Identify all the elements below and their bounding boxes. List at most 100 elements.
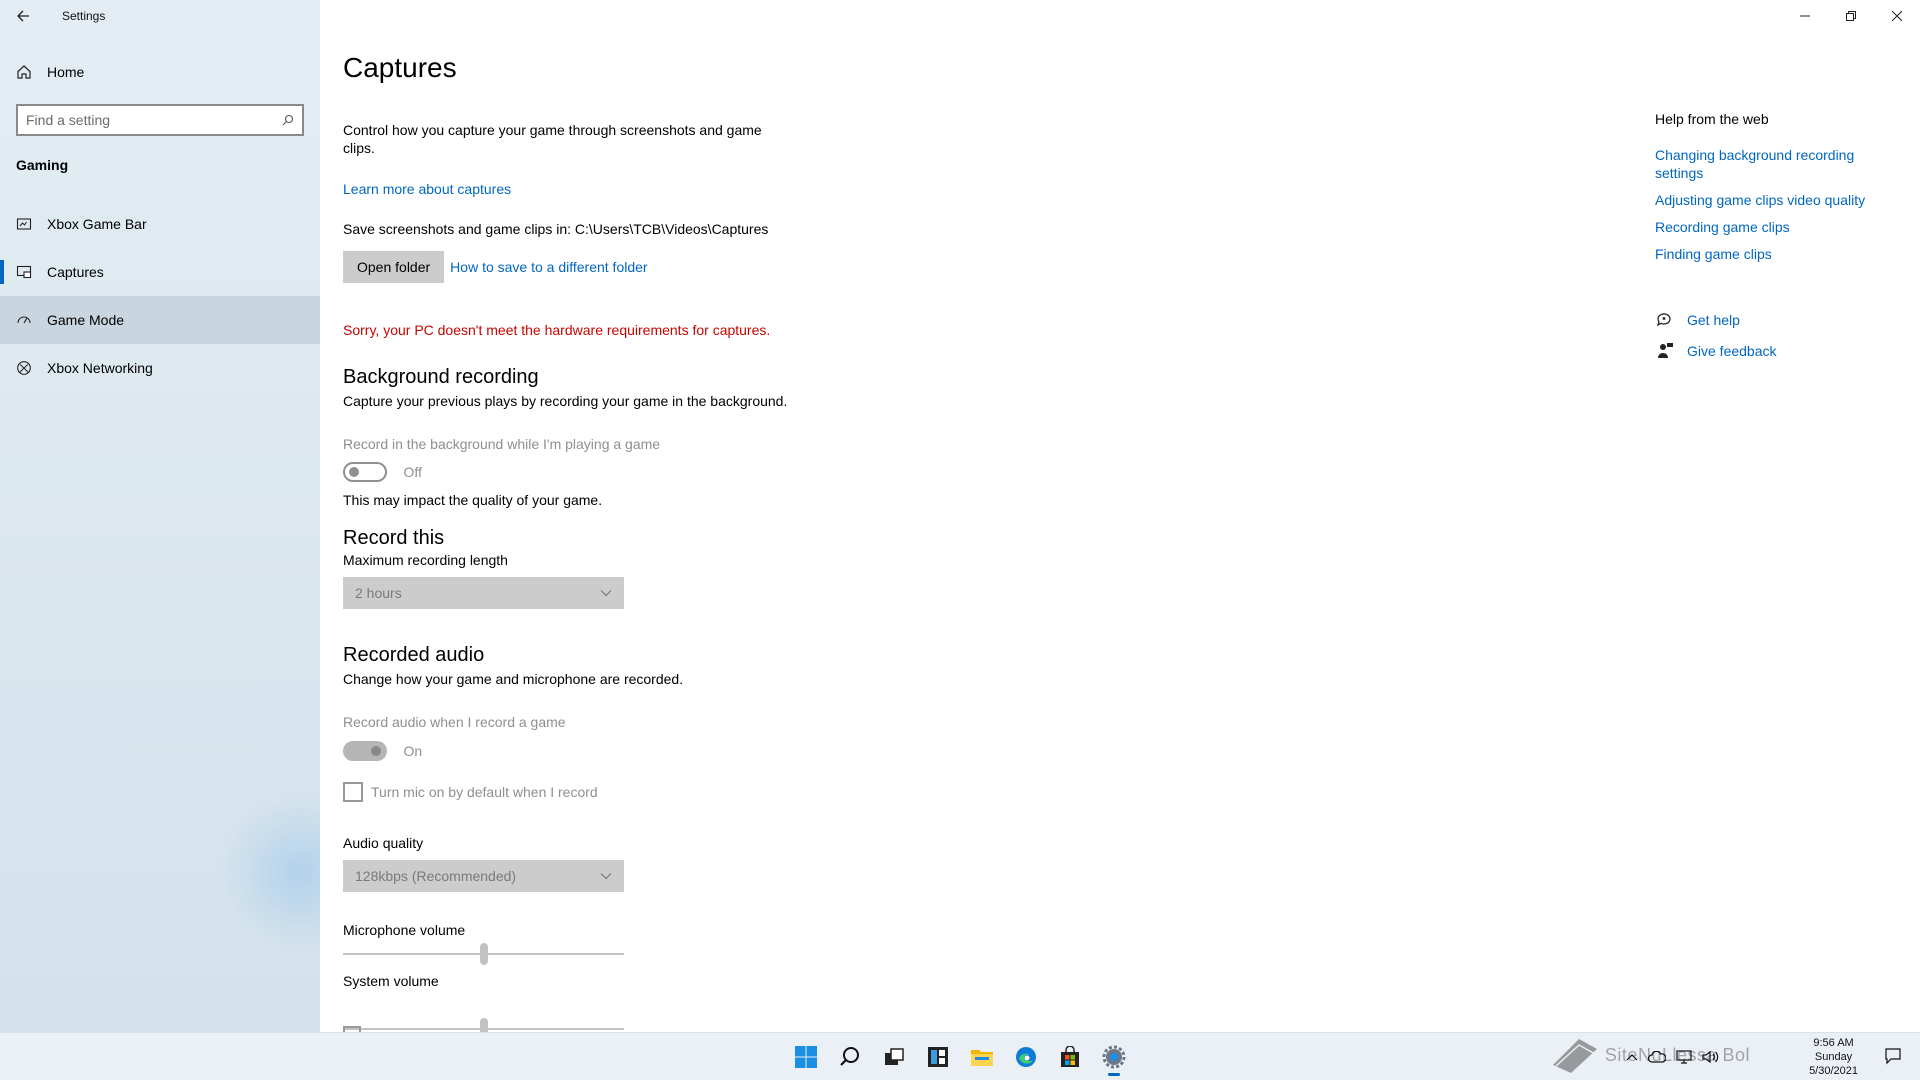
main-content: Captures Control how you capture your ga… xyxy=(320,0,1920,1040)
help-link-background-recording[interactable]: Changing background recording settings xyxy=(1655,146,1905,182)
minimize-icon xyxy=(1800,15,1810,17)
taskbar: SiteNuLlessa Bol 9:56 AM Sunday 5/30/202… xyxy=(0,1032,1920,1080)
back-button[interactable] xyxy=(0,0,46,32)
record-audio-toggle-label: Record audio when I record a game xyxy=(343,714,566,730)
learn-more-link[interactable]: Learn more about captures xyxy=(343,181,511,197)
search-box[interactable] xyxy=(16,104,304,136)
help-links: Changing background recording settings A… xyxy=(1655,146,1905,272)
home-icon xyxy=(16,64,32,80)
sidebar-item-label: Captures xyxy=(47,264,104,280)
background-recording-toggle[interactable] xyxy=(343,462,387,482)
widgets-button[interactable] xyxy=(918,1037,958,1077)
file-explorer-button[interactable] xyxy=(962,1037,1002,1077)
chevron-down-icon xyxy=(600,590,612,597)
minimize-button[interactable] xyxy=(1782,0,1828,32)
audio-quality-value: 128kbps (Recommended) xyxy=(355,868,517,884)
microphone-volume-label: Microphone volume xyxy=(343,922,466,938)
chevron-up-icon[interactable] xyxy=(1626,1053,1638,1061)
search-icon xyxy=(282,114,294,126)
open-folder-button[interactable]: Open folder xyxy=(343,251,445,283)
sidebar-item-xbox-game-bar[interactable]: Xbox Game Bar xyxy=(0,200,320,248)
task-view-button[interactable] xyxy=(874,1037,914,1077)
background-recording-description: Capture your previous plays by recording… xyxy=(343,393,788,409)
help-title: Help from the web xyxy=(1655,111,1769,127)
toggle-knob xyxy=(349,467,359,477)
page-description: Control how you capture your game throug… xyxy=(343,122,762,156)
back-arrow-icon xyxy=(17,10,29,22)
restore-icon xyxy=(1846,11,1856,21)
mic-checkbox-row: Turn mic on by default when I record xyxy=(343,782,598,802)
record-audio-toggle-row: On xyxy=(343,741,422,761)
audio-quality-select[interactable]: 128kbps (Recommended) xyxy=(343,860,624,892)
sidebar-item-label: Game Mode xyxy=(47,312,125,328)
help-link-video-quality[interactable]: Adjusting game clips video quality xyxy=(1655,191,1905,209)
restore-button[interactable] xyxy=(1828,0,1874,32)
game-bar-icon xyxy=(16,216,32,232)
sidebar-glow xyxy=(220,792,320,952)
sidebar-item-label: Xbox Game Bar xyxy=(47,216,147,232)
network-icon[interactable] xyxy=(1676,1050,1692,1064)
get-help-icon xyxy=(1655,310,1675,330)
onedrive-icon[interactable] xyxy=(1648,1051,1666,1063)
slider-thumb[interactable] xyxy=(479,943,488,965)
taskbar-clock[interactable]: 9:56 AM Sunday 5/30/2021 xyxy=(1809,1033,1858,1080)
captures-icon xyxy=(16,264,32,280)
record-audio-toggle[interactable] xyxy=(343,741,387,761)
close-button[interactable] xyxy=(1874,0,1920,32)
microphone-volume-slider[interactable] xyxy=(343,942,624,966)
sidebar-item-captures[interactable]: Captures xyxy=(0,248,320,296)
clock-date: 5/30/2021 xyxy=(1809,1065,1858,1077)
recorded-audio-description: Change how your game and microphone are … xyxy=(343,671,684,687)
record-audio-toggle-state: On xyxy=(403,743,423,759)
background-recording-toggle-state: Off xyxy=(403,464,422,480)
nav-home[interactable]: Home xyxy=(0,56,320,88)
edge-button[interactable] xyxy=(1006,1037,1046,1077)
sidebar-item-game-mode[interactable]: Game Mode xyxy=(0,296,320,344)
help-link-finding-clips[interactable]: Finding game clips xyxy=(1655,245,1905,263)
file-explorer-icon xyxy=(971,1050,993,1066)
record-this-heading: Record this xyxy=(343,527,445,549)
page-title: Captures xyxy=(343,52,457,83)
notification-button[interactable] xyxy=(1884,1047,1902,1070)
nav-list: Xbox Game Bar Captures Game Mode Xbox Ne… xyxy=(0,200,320,392)
clock-time: 9:56 AM xyxy=(1813,1037,1854,1049)
background-recording-toggle-row: Off xyxy=(343,462,422,482)
game-mode-icon xyxy=(16,312,32,328)
taskbar-search-button[interactable] xyxy=(830,1037,870,1077)
store-button[interactable] xyxy=(1050,1037,1090,1077)
background-recording-toggle-label: Record in the background while I'm playi… xyxy=(343,436,661,452)
settings-taskbar-button[interactable] xyxy=(1094,1037,1134,1077)
background-recording-heading: Background recording xyxy=(343,366,539,388)
help-link-recording-clips[interactable]: Recording game clips xyxy=(1655,218,1905,236)
store-icon xyxy=(1061,1046,1079,1067)
start-icon xyxy=(795,1046,817,1068)
system-volume-label: System volume xyxy=(343,973,439,989)
different-folder-link[interactable]: How to save to a different folder xyxy=(450,259,647,275)
get-help-link[interactable]: Get help xyxy=(1687,312,1740,328)
settings-icon xyxy=(1102,1045,1126,1069)
section-title: Gaming xyxy=(16,157,69,173)
folder-row: Open folder How to save to a different f… xyxy=(343,251,648,283)
volume-icon[interactable] xyxy=(1702,1050,1720,1064)
get-help-row: Get help xyxy=(1655,310,1740,330)
mic-default-checkbox[interactable] xyxy=(343,782,363,802)
sidebar-item-label: Xbox Networking xyxy=(47,360,153,376)
app-title: Settings xyxy=(62,9,106,23)
xbox-icon xyxy=(16,360,32,376)
hardware-error-text: Sorry, your PC doesn't meet the hardware… xyxy=(343,322,771,338)
search-icon xyxy=(840,1047,859,1066)
background-recording-note: This may impact the quality of your game… xyxy=(343,492,603,508)
widgets-icon xyxy=(928,1047,948,1067)
start-button[interactable] xyxy=(786,1037,826,1077)
max-recording-length-select[interactable]: 2 hours xyxy=(343,577,624,609)
max-recording-length-label: Maximum recording length xyxy=(343,552,508,568)
mic-default-label: Turn mic on by default when I record xyxy=(371,784,598,800)
chevron-down-icon xyxy=(600,873,612,880)
sidebar-item-xbox-networking[interactable]: Xbox Networking xyxy=(0,344,320,392)
book-icon xyxy=(1552,1039,1597,1073)
give-feedback-link[interactable]: Give feedback xyxy=(1687,343,1777,359)
give-feedback-row: Give feedback xyxy=(1655,341,1777,361)
recorded-audio-heading: Recorded audio xyxy=(343,644,485,666)
save-path-text: Save screenshots and game clips in: C:\U… xyxy=(343,221,769,237)
search-input[interactable] xyxy=(26,112,282,128)
